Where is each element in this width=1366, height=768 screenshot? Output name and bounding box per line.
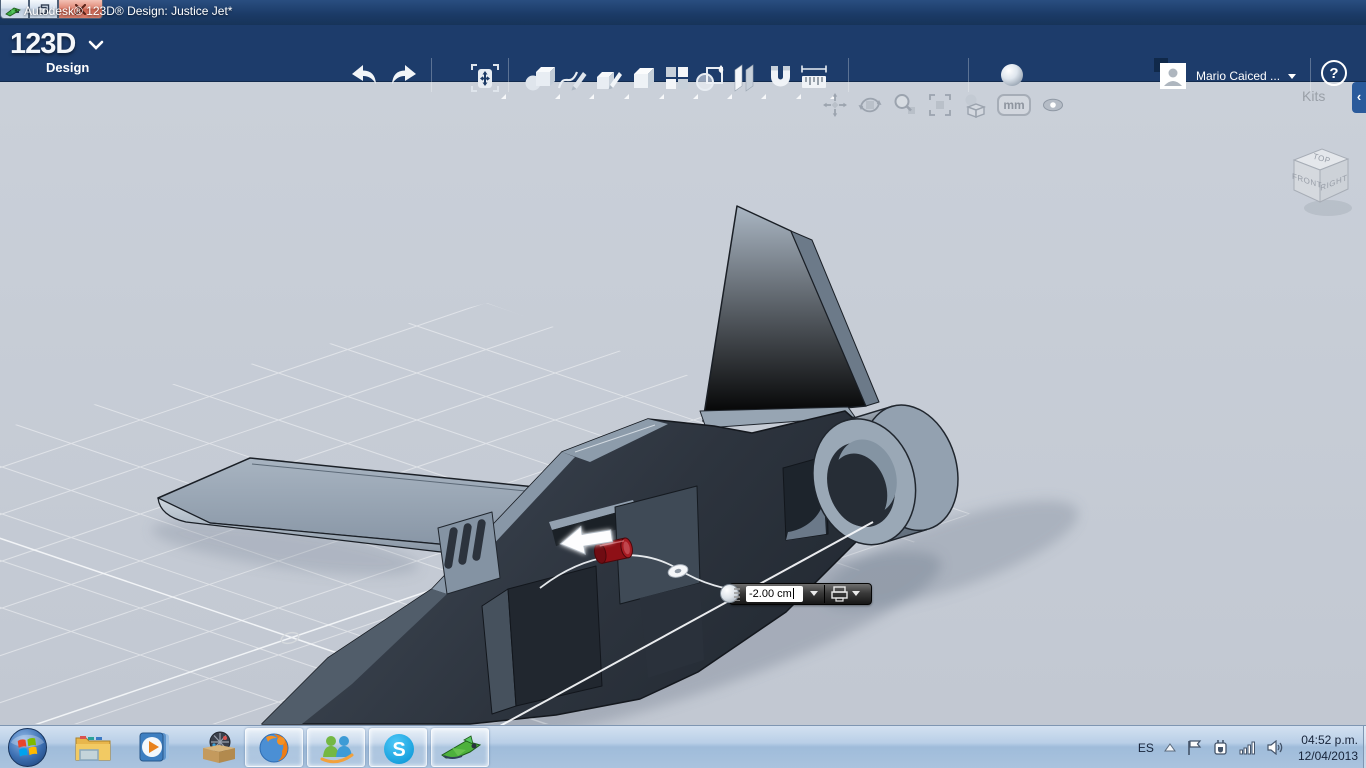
grouping-tool-button[interactable] [728,61,766,99]
firefox-taskbar-button[interactable] [245,728,303,767]
combine-tool-button[interactable] [694,61,732,99]
taskbar: S ES 04:52 p.m. 12/04/2013 [0,725,1366,768]
visibility-eye-icon[interactable] [1040,92,1066,118]
toolbar-separator [508,58,509,92]
snap-magnet-icon [771,66,790,87]
start-button[interactable] [7,727,48,768]
volume-icon[interactable] [1267,740,1284,755]
skype-icon: S [384,734,414,764]
pattern-icon [666,67,688,89]
user-account[interactable]: Mario Caiced ... [1154,58,1297,89]
fit-view-icon[interactable] [927,92,953,118]
widget-divider [824,585,825,603]
material-view-icon[interactable] [962,92,988,118]
logo-text: 123D [10,28,76,60]
units-button[interactable]: mm [997,94,1031,116]
help-button[interactable]: ? [1321,60,1347,86]
kits-collapse-tab[interactable]: ‹ [1352,82,1366,113]
construct-tool-button[interactable] [591,61,629,99]
toolbar-separator [968,58,969,92]
viewport-3d-scene[interactable] [0,0,1366,768]
svg-text:S: S [392,739,405,761]
hidden-icons-arrow[interactable] [1163,743,1176,752]
grouping-icon [734,64,754,92]
tray-clock[interactable]: 04:52 p.m. 12/04/2013 [1298,732,1358,764]
measure-tool-button[interactable] [797,61,835,99]
view-nav-toolbar: mm [822,92,1066,118]
jet-app-taskbar-button[interactable] [431,728,489,767]
user-icon [1160,63,1186,89]
transform-icon [471,64,499,92]
avatar [1154,58,1186,89]
app-logo[interactable]: 123D Design [10,28,104,75]
media-player-icon[interactable] [137,731,173,764]
zoom-icon[interactable] [892,92,918,118]
dimension-value: -2.00 cm [749,588,792,600]
snap-ruler-icon[interactable] [831,586,848,602]
box-app-icon[interactable] [198,730,240,765]
logo-product: Design [46,60,90,75]
redo-button[interactable] [388,61,422,95]
messenger-icon [320,736,354,764]
toolbar-separator [1310,58,1311,92]
modify-icon [634,68,654,88]
network-signal-icon[interactable] [1239,740,1257,755]
app-toolbar: 123D Design Mario Caiced ... ? [0,25,1366,99]
power-plug-icon[interactable] [1212,739,1229,756]
kits-label: Kits [1302,88,1326,104]
primitives-icon [525,67,555,91]
pattern-tool-button[interactable] [660,61,698,99]
skype-taskbar-button[interactable]: S [369,728,427,767]
text-caret [792,588,794,599]
snap-dropdown-arrow[interactable] [852,591,860,596]
action-center-flag-icon[interactable] [1186,739,1202,756]
jet-model-icon [441,735,482,759]
toolbar-separator [431,58,432,92]
primitives-tool-button[interactable] [522,61,560,99]
chevron-left-icon: ‹ [1356,89,1362,104]
system-tray: ES 04:52 p.m. 12/04/2013 [1138,726,1358,768]
undo-button[interactable] [346,61,380,95]
title-bar: Autodesk® 123D® Design: Justice Jet* [0,0,1366,25]
screen: Autodesk® 123D® Design: Justice Jet* 123… [0,0,1366,768]
sketch-icon [557,71,587,91]
widget-grip-dots[interactable] [734,588,740,601]
clock-time: 04:52 p.m. [1301,732,1358,747]
dimension-dropdown-arrow[interactable] [810,591,818,596]
toolbar-separator [848,58,849,92]
explorer-icon[interactable] [74,732,112,764]
window-title: Autodesk® 123D® Design: Justice Jet* [24,4,233,18]
app-icon [5,7,21,17]
construct-icon [597,72,622,90]
dropdown-corner[interactable] [501,94,506,99]
messenger-taskbar-button[interactable] [307,728,365,767]
material-sphere-button[interactable] [1001,64,1023,86]
viewcube[interactable]: TOP FRONT RIGHT [1278,138,1362,224]
user-dropdown-caret[interactable] [1288,73,1297,79]
clock-date: 12/04/2013 [1297,748,1358,763]
modify-tool-button[interactable] [626,61,664,99]
viewcube-shadow [1304,200,1352,216]
orbit-icon[interactable] [857,92,883,118]
chevron-down-icon[interactable] [88,40,104,50]
sketch-tool-button[interactable] [556,61,594,99]
snap-tool-button[interactable] [763,61,801,99]
dimension-input[interactable]: -2.00 cm [746,586,803,602]
user-name: Mario Caiced ... [1196,69,1281,83]
dimension-widget: -2.00 cm [720,581,872,607]
firefox-icon [259,733,289,763]
combine-icon [696,65,724,91]
transform-tool-button[interactable] [468,61,506,99]
pan-icon[interactable] [822,92,848,118]
measure-icon [801,65,827,88]
language-indicator[interactable]: ES [1138,741,1154,755]
